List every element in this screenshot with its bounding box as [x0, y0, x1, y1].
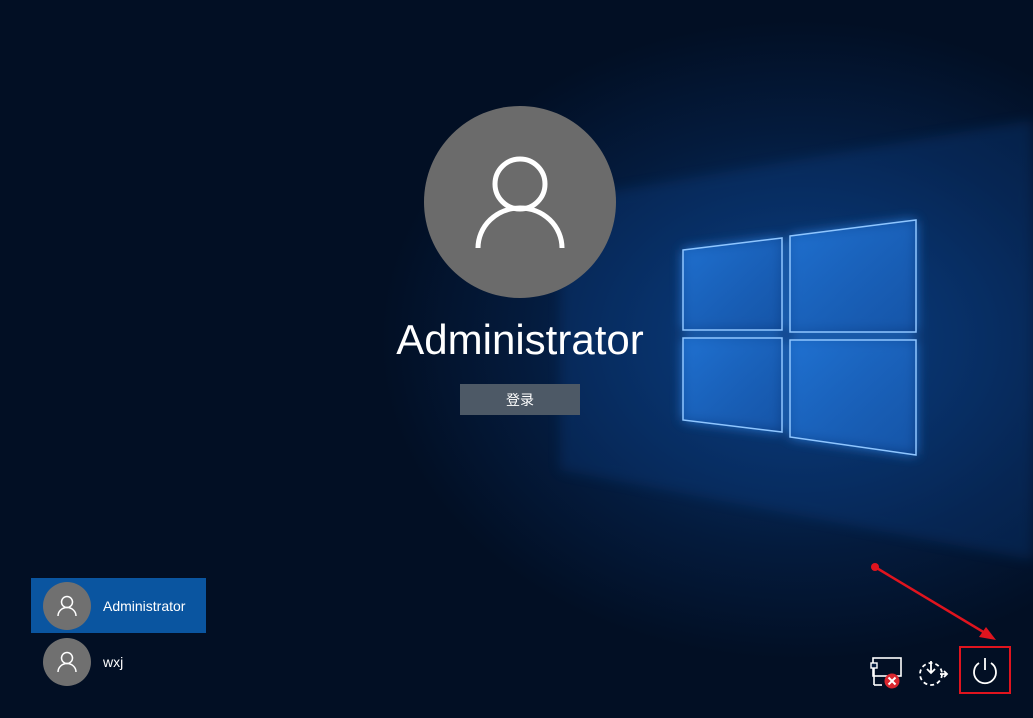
user-icon — [475, 156, 565, 249]
username-label: Administrator — [396, 316, 644, 363]
network-button[interactable] — [866, 652, 906, 692]
network-disconnected-icon — [870, 657, 902, 689]
user-list-item-wxj[interactable]: wxj — [31, 634, 206, 689]
power-button[interactable] — [959, 646, 1011, 694]
user-avatar — [424, 106, 616, 298]
power-icon — [973, 658, 997, 685]
user-icon — [57, 651, 77, 672]
user-avatar-small — [43, 581, 91, 630]
ease-of-access-icon — [919, 661, 949, 686]
user-list-item-administrator[interactable]: Administrator — [31, 578, 206, 633]
user-icon — [57, 595, 77, 616]
sign-in-button[interactable]: 登录 — [460, 384, 580, 415]
user-avatar-small — [43, 637, 91, 686]
annotation-arrow — [874, 565, 991, 638]
user-name: Administrator — [103, 597, 186, 614]
ease-of-access-button[interactable] — [913, 652, 953, 692]
user-name: wxj — [103, 653, 124, 670]
